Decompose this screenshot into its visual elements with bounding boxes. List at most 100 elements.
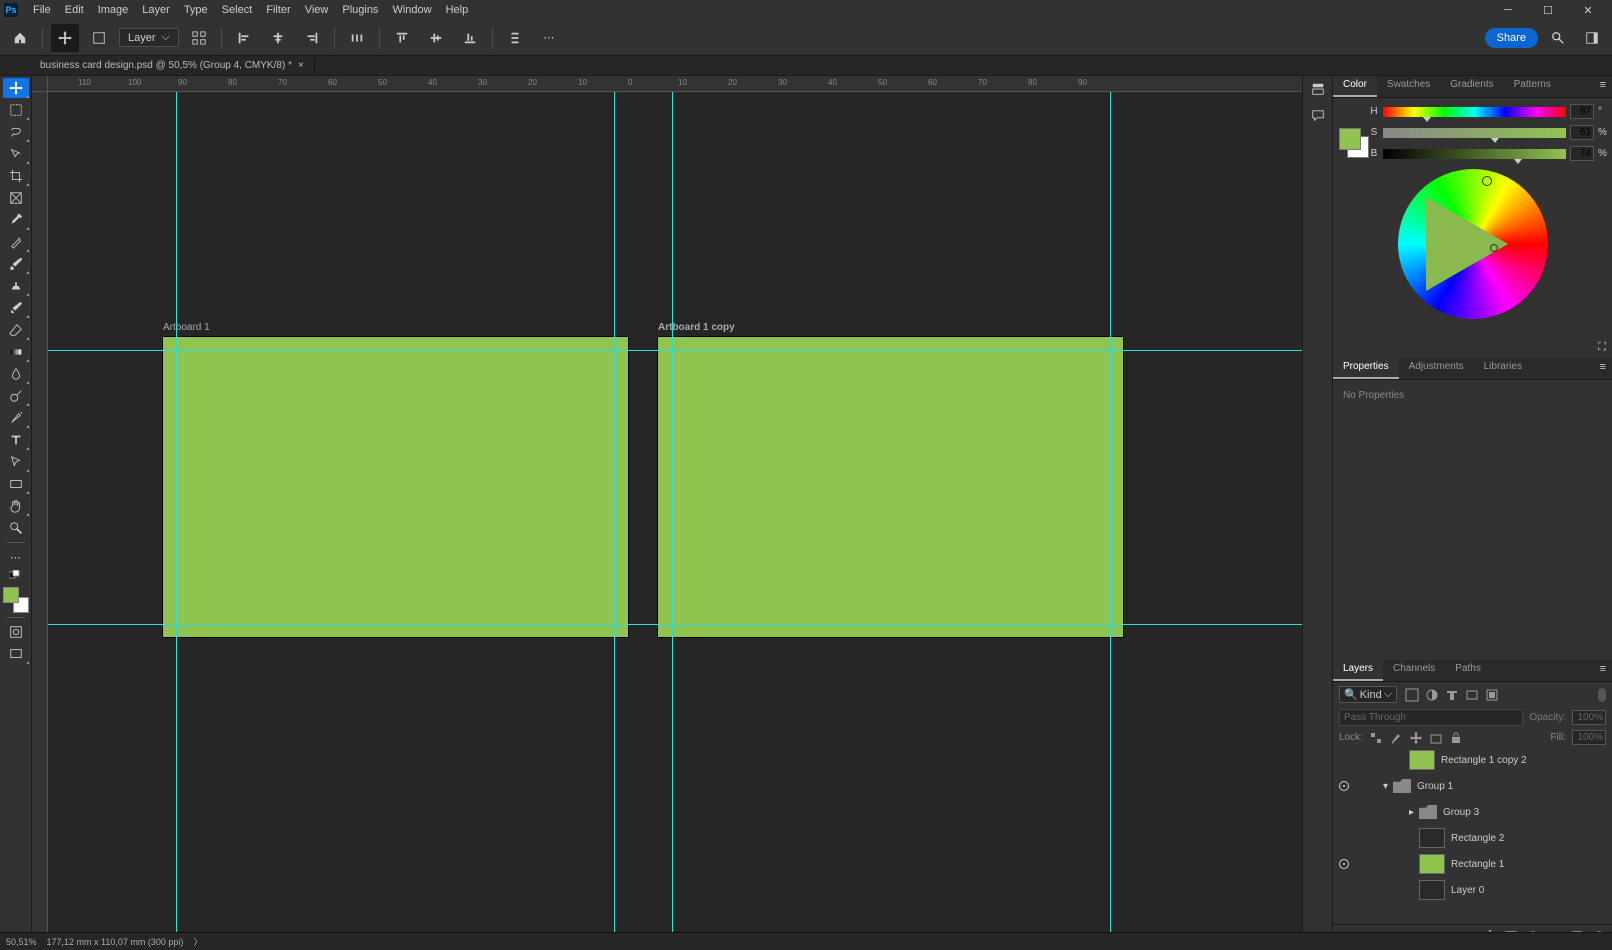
brightness-slider[interactable] bbox=[1383, 149, 1566, 159]
vertical-ruler[interactable] bbox=[32, 92, 48, 950]
sb-triangle-thumb[interactable] bbox=[1490, 244, 1498, 252]
guide-horizontal[interactable] bbox=[48, 624, 1302, 625]
move-tool[interactable] bbox=[3, 78, 29, 98]
visibility-toggle[interactable] bbox=[1335, 781, 1353, 791]
layer-thumbnail[interactable] bbox=[1419, 854, 1445, 874]
tab-paths[interactable]: Paths bbox=[1445, 660, 1491, 681]
window-maximize-icon[interactable]: ☐ bbox=[1528, 0, 1568, 20]
menu-view[interactable]: View bbox=[298, 4, 336, 16]
menu-plugins[interactable]: Plugins bbox=[335, 4, 385, 16]
zoom-tool[interactable] bbox=[3, 518, 29, 538]
tab-color[interactable]: Color bbox=[1333, 76, 1377, 97]
menu-file[interactable]: File bbox=[26, 4, 58, 16]
artboard-1-copy-label[interactable]: Artboard 1 copy bbox=[658, 322, 735, 333]
default-colors-icon[interactable] bbox=[3, 569, 29, 581]
tab-libraries[interactable]: Libraries bbox=[1474, 358, 1532, 379]
layer-name[interactable]: Group 3 bbox=[1443, 807, 1479, 818]
canvas-area[interactable]: 110 100 90 80 70 60 50 40 30 20 10 0 10 … bbox=[32, 76, 1302, 950]
foreground-background-colors[interactable] bbox=[3, 587, 29, 613]
canvas-viewport[interactable]: Artboard 1 Artboard 1 copy bbox=[48, 92, 1302, 950]
align-right-icon[interactable] bbox=[298, 24, 326, 52]
layer-row[interactable]: Rectangle 1 bbox=[1333, 851, 1612, 877]
align-hcenter-icon[interactable] bbox=[264, 24, 292, 52]
tab-properties[interactable]: Properties bbox=[1333, 358, 1399, 379]
crop-tool[interactable] bbox=[3, 166, 29, 186]
horizontal-ruler[interactable]: 110 100 90 80 70 60 50 40 30 20 10 0 10 … bbox=[48, 76, 1302, 92]
tab-swatches[interactable]: Swatches bbox=[1377, 76, 1440, 97]
guide-vertical[interactable] bbox=[1110, 92, 1111, 950]
filter-shape-icon[interactable] bbox=[1465, 688, 1479, 702]
lock-transparency-icon[interactable] bbox=[1369, 731, 1383, 745]
layer-name[interactable]: Rectangle 1 copy 2 bbox=[1441, 755, 1527, 766]
menu-type[interactable]: Type bbox=[177, 4, 215, 16]
pen-tool[interactable] bbox=[3, 408, 29, 428]
foreground-color-swatch[interactable] bbox=[3, 587, 19, 603]
lasso-tool[interactable] bbox=[3, 122, 29, 142]
layer-filter-dropdown[interactable]: 🔍 Kind ⌵ bbox=[1339, 686, 1397, 703]
menu-layer[interactable]: Layer bbox=[135, 4, 177, 16]
menu-edit[interactable]: Edit bbox=[58, 4, 91, 16]
window-close-icon[interactable]: ✕ bbox=[1568, 0, 1608, 20]
status-chevron-icon[interactable]: 〉 bbox=[193, 935, 202, 948]
quick-mask-icon[interactable] bbox=[3, 622, 29, 642]
type-tool[interactable] bbox=[3, 430, 29, 450]
eraser-tool[interactable] bbox=[3, 320, 29, 340]
marquee-tool[interactable] bbox=[3, 100, 29, 120]
blend-mode-dropdown[interactable]: Pass Through bbox=[1339, 709, 1523, 726]
align-top-icon[interactable] bbox=[388, 24, 416, 52]
lock-position-icon[interactable] bbox=[1409, 731, 1423, 745]
document-tab[interactable]: business card design.psd @ 50,5% (Group … bbox=[30, 58, 315, 73]
layer-name[interactable]: Rectangle 1 bbox=[1451, 859, 1504, 870]
filter-pixel-icon[interactable] bbox=[1405, 688, 1419, 702]
filter-toggle-switch[interactable] bbox=[1598, 688, 1606, 702]
layer-row[interactable]: ▸Group 3 bbox=[1333, 799, 1612, 825]
dodge-tool[interactable] bbox=[3, 386, 29, 406]
auto-select-target-dropdown[interactable]: Layer ⌵ bbox=[119, 28, 179, 47]
panel-foreground-swatch[interactable] bbox=[1339, 128, 1361, 150]
guide-vertical[interactable] bbox=[176, 92, 177, 950]
distribute-h-icon[interactable] bbox=[343, 24, 371, 52]
home-button[interactable] bbox=[6, 24, 34, 52]
menu-window[interactable]: Window bbox=[385, 4, 438, 16]
tab-patterns[interactable]: Patterns bbox=[1504, 76, 1561, 97]
comments-icon[interactable] bbox=[1311, 109, 1325, 126]
layer-row[interactable]: Rectangle 2 bbox=[1333, 825, 1612, 851]
lock-image-icon[interactable] bbox=[1389, 731, 1403, 745]
workspace-switcher-icon[interactable] bbox=[1578, 24, 1606, 52]
layer-thumbnail[interactable] bbox=[1419, 828, 1445, 848]
align-bottom-icon[interactable] bbox=[456, 24, 484, 52]
blur-tool[interactable] bbox=[3, 364, 29, 384]
panel-strip-icon[interactable] bbox=[1311, 82, 1325, 99]
panel-menu-icon[interactable]: ≡ bbox=[1594, 358, 1612, 379]
distribute-v-icon[interactable] bbox=[501, 24, 529, 52]
filter-adjust-icon[interactable] bbox=[1425, 688, 1439, 702]
history-brush-tool[interactable] bbox=[3, 298, 29, 318]
menu-select[interactable]: Select bbox=[215, 4, 260, 16]
layer-name[interactable]: Layer 0 bbox=[1451, 885, 1484, 896]
brightness-value-input[interactable] bbox=[1570, 146, 1594, 161]
eyedropper-tool[interactable] bbox=[3, 210, 29, 230]
guide-horizontal[interactable] bbox=[48, 350, 1302, 351]
zoom-level[interactable]: 50,51% bbox=[6, 937, 37, 947]
filter-type-icon[interactable] bbox=[1445, 688, 1459, 702]
gradient-tool[interactable] bbox=[3, 342, 29, 362]
layer-thumbnail[interactable] bbox=[1419, 805, 1437, 819]
window-minimize-icon[interactable]: ─ bbox=[1488, 0, 1528, 20]
transform-controls-checkbox[interactable] bbox=[185, 24, 213, 52]
brush-tool[interactable] bbox=[3, 254, 29, 274]
screen-mode-icon[interactable] bbox=[3, 644, 29, 664]
frame-tool[interactable] bbox=[3, 188, 29, 208]
auto-select-checkbox[interactable] bbox=[85, 24, 113, 52]
clone-stamp-tool[interactable] bbox=[3, 276, 29, 296]
opacity-input[interactable] bbox=[1572, 710, 1606, 725]
artboard-1[interactable] bbox=[163, 337, 628, 637]
search-icon[interactable] bbox=[1544, 24, 1572, 52]
twisty-icon[interactable]: ▾ bbox=[1383, 781, 1393, 792]
layer-row[interactable]: Rectangle 1 copy 2 bbox=[1333, 747, 1612, 773]
layer-thumbnail[interactable] bbox=[1409, 750, 1435, 770]
tab-channels[interactable]: Channels bbox=[1383, 660, 1445, 681]
layer-thumbnail[interactable] bbox=[1419, 880, 1445, 900]
color-panel-expand-icon[interactable]: ⛶ bbox=[1598, 341, 1606, 354]
tab-adjustments[interactable]: Adjustments bbox=[1399, 358, 1474, 379]
align-vcenter-icon[interactable] bbox=[422, 24, 450, 52]
